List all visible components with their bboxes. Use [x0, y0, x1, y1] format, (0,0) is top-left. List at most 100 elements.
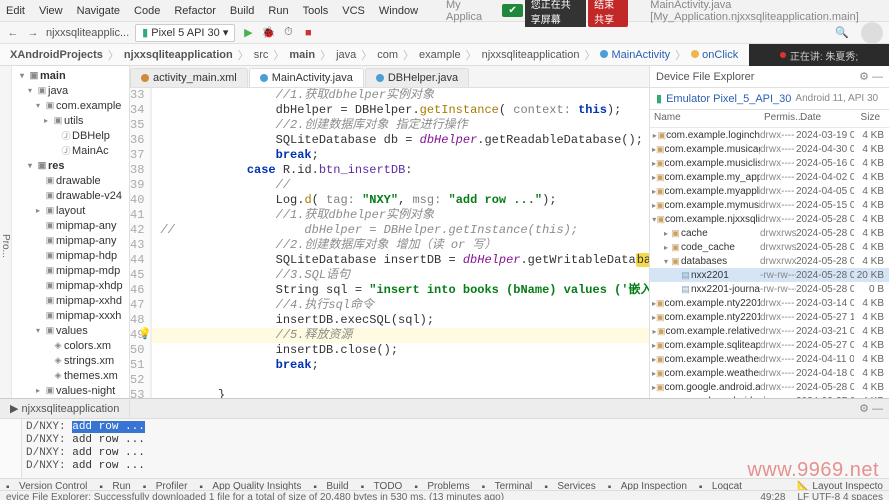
- intention-bulb-icon[interactable]: 💡: [138, 328, 152, 343]
- tree-row[interactable]: ▾▣res: [12, 158, 130, 173]
- tree-row[interactable]: ▾▣main: [12, 68, 130, 83]
- tree-row[interactable]: ▸▣values-night: [12, 383, 130, 398]
- code-line[interactable]: [152, 373, 649, 388]
- code-text-area[interactable]: 3 ✖ 2 ^ //1.获取dbhelper实例对象 dbHelper = DB…: [152, 88, 649, 420]
- tree-row[interactable]: ◈colors.xm: [12, 338, 130, 353]
- tree-row[interactable]: ◈strings.xm: [12, 353, 130, 368]
- menu-item[interactable]: Run: [268, 5, 288, 17]
- breadcrumb-item[interactable]: main: [285, 49, 319, 61]
- run-config-tab[interactable]: ▶ njxxsqliteapplication: [0, 400, 130, 417]
- menu-item[interactable]: Navigate: [77, 5, 120, 17]
- device-file-row[interactable]: ▸▣com.example.musicagdrwx----2024-04-30 …: [650, 142, 889, 156]
- tree-row[interactable]: ⒿDBHelp: [12, 128, 130, 143]
- device-file-row[interactable]: ▸▣code_cachedrwxrws-2024-05-28 02:4 KB: [650, 240, 889, 254]
- device-selector-row[interactable]: ▮ Emulator Pixel_5_API_30 Android 11, AP…: [650, 88, 889, 110]
- device-file-row[interactable]: ▸▣com.example.my_appdrwx----2024-04-02 0…: [650, 170, 889, 184]
- code-line[interactable]: insertDB.close();: [152, 343, 649, 358]
- log-line[interactable]: D/NXY: add row ...: [26, 421, 885, 434]
- tree-row[interactable]: ▾▣java: [12, 83, 130, 98]
- menu-item[interactable]: Tools: [303, 5, 329, 17]
- device-file-row[interactable]: ▸▣com.example.myapplidrwx----2024-04-05 …: [650, 184, 889, 198]
- user-avatar[interactable]: [861, 22, 883, 44]
- device-file-row[interactable]: ▸▣com.example.relativedrwx----2024-03-21…: [650, 324, 889, 338]
- breadcrumb-item[interactable]: XAndroidProjects: [6, 49, 107, 61]
- device-file-row[interactable]: ▤nxx2201-journa-rw-rw---2024-05-28 02:0 …: [650, 282, 889, 296]
- tree-row[interactable]: ▣mipmap-any: [12, 218, 130, 233]
- device-file-row[interactable]: ▸▣com.example.weatherdrwx----2024-04-18 …: [650, 366, 889, 380]
- tree-row[interactable]: ▣mipmap-xxxh: [12, 308, 130, 323]
- stop-icon[interactable]: ■: [301, 26, 315, 40]
- tree-row[interactable]: ▣mipmap-mdp: [12, 263, 130, 278]
- code-editor[interactable]: 3334353637383940414243444546474849505152…: [130, 88, 649, 420]
- menu-item[interactable]: Edit: [6, 5, 25, 17]
- gear-icon[interactable]: ⚙ —: [859, 70, 883, 83]
- breadcrumb-item[interactable]: example: [415, 49, 465, 61]
- tree-row[interactable]: ◈themes.xm: [12, 368, 130, 383]
- menu-item[interactable]: Window: [379, 5, 418, 17]
- profiler-icon[interactable]: ⏱: [281, 26, 295, 40]
- code-line[interactable]: //4.执行sql命令: [152, 298, 649, 313]
- code-line[interactable]: //2.创建数据库对象 指定进行操作: [152, 118, 649, 133]
- device-file-row[interactable]: ▤nxx2201-rw-rw---2024-05-28 02:20 KB: [650, 268, 889, 282]
- tree-row[interactable]: ⒿMainAc: [12, 143, 130, 158]
- breadcrumb-class[interactable]: MainActivity: [596, 49, 674, 61]
- device-selector[interactable]: ▮ Pixel 5 API 30 ▾: [135, 24, 235, 42]
- forward-icon[interactable]: →: [26, 26, 40, 40]
- breadcrumb-item[interactable]: java: [332, 49, 360, 61]
- back-icon[interactable]: ←: [6, 26, 20, 40]
- breadcrumb-item[interactable]: com: [373, 49, 402, 61]
- device-file-row[interactable]: ▸▣com.example.loginchdrwx----2024-03-19 …: [650, 128, 889, 142]
- code-line[interactable]: break;: [152, 148, 649, 163]
- search-icon[interactable]: 🔍: [835, 26, 849, 40]
- tree-row[interactable]: ▸▣layout: [12, 203, 130, 218]
- menu-item[interactable]: Refactor: [174, 5, 216, 17]
- tree-row[interactable]: ▣mipmap-any: [12, 233, 130, 248]
- menu-item[interactable]: View: [39, 5, 63, 17]
- breadcrumb-item[interactable]: njxxsqliteapplication: [120, 49, 237, 61]
- device-file-row[interactable]: ▾▣databasesdrwxrwx-2024-05-28 01:4 KB: [650, 254, 889, 268]
- code-line[interactable]: //2.创建数据库对象 增加（读 or 写）: [152, 238, 649, 253]
- device-file-row[interactable]: ▸▣com.example.nty2201drwx----2024-05-27 …: [650, 310, 889, 324]
- log-line[interactable]: D/NXY: add row ...: [26, 434, 885, 447]
- code-line[interactable]: String sql = "insert into books (bName) …: [152, 283, 649, 298]
- run-settings-icon[interactable]: ⚙ —: [853, 402, 889, 415]
- code-line[interactable]: Log.d( tag: "NXY", msg: "add row ...");: [152, 193, 649, 208]
- tree-row[interactable]: ▣drawable: [12, 173, 130, 188]
- project-tree[interactable]: ▾▣main▾▣java▾▣com.example▸▣utilsⒿDBHelpⒿ…: [12, 66, 130, 420]
- menu-item[interactable]: VCS: [342, 5, 365, 17]
- code-line[interactable]: // dbHelper = DBHelper.getInstance(this)…: [152, 223, 649, 238]
- tree-row[interactable]: ▣drawable-v24: [12, 188, 130, 203]
- device-file-row[interactable]: ▾▣com.example.njxxsqlidrwx----2024-05-28…: [650, 212, 889, 226]
- tree-row[interactable]: ▸▣utils: [12, 113, 130, 128]
- code-line[interactable]: break;: [152, 358, 649, 373]
- breadcrumb-item[interactable]: src: [250, 49, 273, 61]
- menu-item[interactable]: Build: [230, 5, 254, 17]
- tree-row[interactable]: ▣mipmap-xxhd: [12, 293, 130, 308]
- tree-row[interactable]: ▾▣values: [12, 323, 130, 338]
- project-tab-label[interactable]: Pro...: [0, 66, 12, 420]
- device-file-row[interactable]: ▸▣com.example.mymusidrwx----2024-05-15 0…: [650, 198, 889, 212]
- debug-icon[interactable]: 🐞: [261, 26, 275, 40]
- code-line[interactable]: 💡 //5.释放资源: [152, 328, 649, 343]
- end-share-button[interactable]: 结束共享: [588, 0, 628, 27]
- tree-row[interactable]: ▣mipmap-hdp: [12, 248, 130, 263]
- log-line[interactable]: D/NXY: add row ...: [26, 447, 885, 460]
- device-file-list[interactable]: ▸▣com.example.loginchdrwx----2024-03-19 …: [650, 128, 889, 420]
- device-file-row[interactable]: ▸▣com.example.weatherdrwx----2024-04-11 …: [650, 352, 889, 366]
- tree-row[interactable]: ▾▣com.example: [12, 98, 130, 113]
- code-line[interactable]: SQLiteDatabase db = dbHelper.getReadable…: [152, 133, 649, 148]
- code-line[interactable]: //: [152, 178, 649, 193]
- editor-tab[interactable]: MainActivity.java: [249, 68, 364, 87]
- run-button-icon[interactable]: ▶: [241, 26, 255, 40]
- editor-tab[interactable]: activity_main.xml: [130, 68, 248, 87]
- device-file-row[interactable]: ▸▣com.google.android.adrwx----2024-05-28…: [650, 380, 889, 394]
- logcat-output[interactable]: D/NXY: add row ...D/NXY: add row ...D/NX…: [22, 419, 889, 478]
- caret-position[interactable]: 49:28: [760, 492, 785, 500]
- code-line[interactable]: dbHelper = DBHelper.getInstance( context…: [152, 103, 649, 118]
- device-file-row[interactable]: ▸▣com.example.musiclisdrwx----2024-05-16…: [650, 156, 889, 170]
- editor-tab[interactable]: DBHelper.java: [365, 68, 469, 87]
- device-file-row[interactable]: ▸▣com.example.nty2201drwx----2024-03-14 …: [650, 296, 889, 310]
- code-line[interactable]: //1.获取dbhelper实例对象: [152, 208, 649, 223]
- code-line[interactable]: case R.id.btn_insertDB:: [152, 163, 649, 178]
- code-line[interactable]: SQLiteDatabase insertDB = dbHelper.getWr…: [152, 253, 649, 268]
